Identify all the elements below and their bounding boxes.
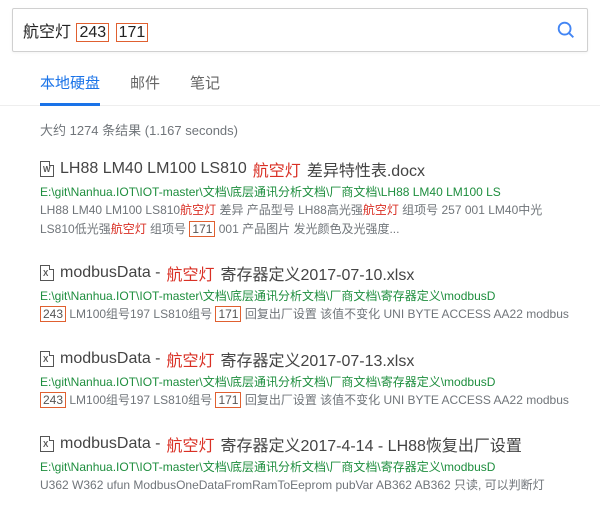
result-snippet: U362 W362 ufun ModbusOneDataFromRamToEep…: [40, 476, 588, 495]
title-segment: modbusData -: [60, 264, 161, 282]
highlight-red: 航空灯: [180, 203, 216, 217]
result-snippet: LH88 LM40 LM100 LS810航空灯 差异 产品型号 LH88高光强…: [40, 201, 588, 239]
tab-0[interactable]: 本地硬盘: [40, 68, 100, 106]
result-stats: 大约 1274 条结果 (1.167 seconds): [0, 106, 600, 149]
highlight-box: 171: [189, 221, 215, 237]
title-segment: 差异特性表.docx: [307, 157, 425, 181]
highlight-box: 171: [215, 392, 241, 408]
result-snippet: 243 LM100组号197 LS810组号 171 回复出厂设置 该值不变化 …: [40, 391, 588, 410]
tab-1[interactable]: 邮件: [130, 68, 160, 105]
snippet-text: 组项号: [147, 222, 190, 236]
title-segment: 航空灯: [167, 347, 215, 371]
tabs: 本地硬盘邮件笔记: [0, 52, 600, 106]
highlight-box: 243: [40, 306, 66, 322]
snippet-text: LM100组号197 LS810组号: [66, 393, 215, 407]
result-snippet: 243 LM100组号197 LS810组号 171 回复出厂设置 该值不变化 …: [40, 305, 588, 324]
excel-doc-icon: X: [40, 351, 54, 367]
search-input[interactable]: 航空灯 243 171: [23, 18, 543, 43]
result-title[interactable]: W LH88 LM40 LM100 LS810 航空灯差异特性表.docx: [40, 157, 588, 181]
snippet-text: U362 W362 ufun ModbusOneDataFromRamToEep…: [40, 478, 545, 492]
result-path: E:\git\Nanhua.IOT\IOT-master\文档\底层通讯分析文档…: [40, 287, 588, 304]
title-segment: 航空灯: [253, 157, 301, 181]
title-segment: 寄存器定义2017-07-10.xlsx: [221, 261, 415, 285]
snippet-text: 回复出厂设置 该值不变化 UNI BYTE ACCESS AA22 modbus: [241, 307, 568, 321]
title-segment: modbusData -: [60, 435, 161, 453]
search-highlight-term2: 171: [116, 23, 149, 43]
title-segment: 寄存器定义2017-4-14 - LH88恢复出厂设置: [221, 432, 522, 456]
result-item: XmodbusData - 航空灯寄存器定义2017-07-13.xlsx E:\…: [40, 347, 588, 410]
search-icon[interactable]: [555, 19, 577, 41]
snippet-text: 001 产品图片 发光颜色及光强度...: [215, 222, 399, 236]
results-list: WLH88 LM40 LM100 LS810航空灯差异特性表.docxE:\gi…: [0, 157, 600, 495]
title-segment: LH88 LM40 LM100 LS810: [60, 160, 247, 178]
highlight-box: 171: [215, 306, 241, 322]
title-segment: 航空灯: [167, 432, 215, 456]
result-item: XmodbusData - 航空灯寄存器定义2017-4-14 - LH88恢复…: [40, 432, 588, 495]
excel-doc-icon: X: [40, 436, 54, 452]
snippet-text: LS810低光强: [40, 222, 111, 236]
snippet-text: 回复出厂设置 该值不变化 UNI BYTE ACCESS AA22 modbus: [241, 393, 568, 407]
highlight-box: 243: [40, 392, 66, 408]
result-path: E:\git\Nanhua.IOT\IOT-master\文档\底层通讯分析文档…: [40, 183, 588, 200]
highlight-red: 航空灯: [363, 203, 399, 217]
snippet-text: LH88 LM40 LM100 LS810: [40, 203, 180, 217]
search-text-prefix: 航空灯: [23, 24, 71, 41]
highlight-red: 航空灯: [111, 222, 147, 236]
search-bar[interactable]: 航空灯 243 171: [12, 8, 588, 52]
word-doc-icon: W: [40, 161, 54, 177]
title-segment: 寄存器定义2017-07-13.xlsx: [221, 347, 415, 371]
result-item: XmodbusData - 航空灯寄存器定义2017-07-10.xlsx E:\…: [40, 261, 588, 324]
result-item: WLH88 LM40 LM100 LS810航空灯差异特性表.docxE:\gi…: [40, 157, 588, 239]
search-highlight-term1: 243: [76, 23, 109, 43]
result-path: E:\git\Nanhua.IOT\IOT-master\文档\底层通讯分析文档…: [40, 458, 588, 475]
title-segment: 航空灯: [167, 261, 215, 285]
result-title[interactable]: XmodbusData - 航空灯寄存器定义2017-07-13.xlsx: [40, 347, 588, 371]
result-title[interactable]: XmodbusData - 航空灯寄存器定义2017-07-10.xlsx: [40, 261, 588, 285]
tab-2[interactable]: 笔记: [190, 68, 220, 105]
snippet-text: 组项号 257 001 LM40中光: [399, 203, 542, 217]
result-title[interactable]: XmodbusData - 航空灯寄存器定义2017-4-14 - LH88恢复…: [40, 432, 588, 456]
snippet-text: 差异 产品型号 LH88高光强: [216, 203, 363, 217]
title-segment: modbusData -: [60, 350, 161, 368]
excel-doc-icon: X: [40, 265, 54, 281]
result-path: E:\git\Nanhua.IOT\IOT-master\文档\底层通讯分析文档…: [40, 373, 588, 390]
snippet-text: LM100组号197 LS810组号: [66, 307, 215, 321]
